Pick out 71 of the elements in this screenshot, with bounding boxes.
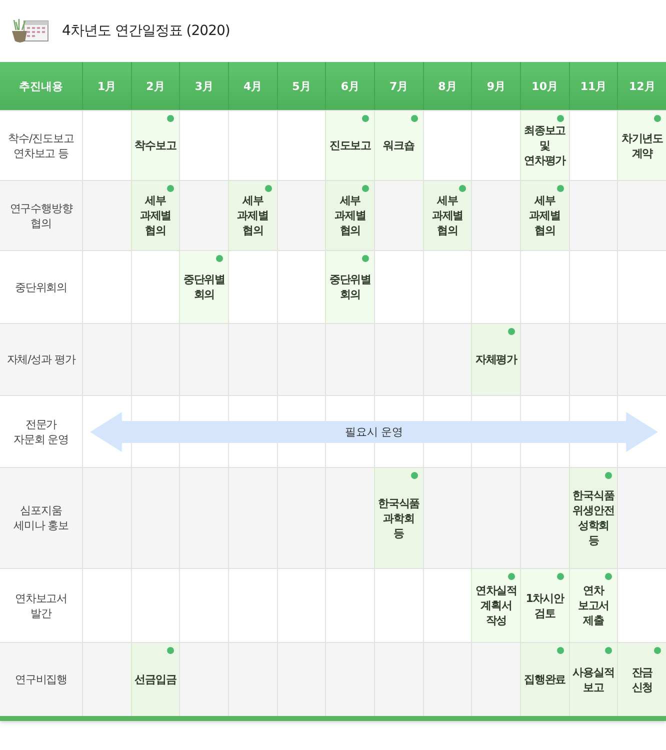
row-label: 연구수행방향 협의 [0, 180, 82, 250]
event-text: 집행완료 [524, 672, 566, 687]
status-dot [362, 185, 369, 192]
status-dot [508, 573, 515, 580]
event-text: 연차실적 계획서 작성 [475, 583, 517, 628]
status-dot [362, 115, 369, 122]
column-header: 4月 [228, 62, 277, 110]
column-header: 7月 [374, 62, 423, 110]
table-cell [130, 323, 180, 395]
plant-calendar-icon [10, 18, 50, 44]
event-text: 연차 보고서 제출 [578, 583, 610, 628]
status-dot [556, 573, 564, 580]
event-text: 자체평가 [475, 352, 517, 367]
table-cell [617, 323, 666, 395]
event-text: 세부 과제별 협의 [529, 193, 560, 238]
status-dot [654, 647, 661, 654]
row-label: 자체/성과 평가 [0, 323, 82, 395]
column-header: 10月 [520, 62, 569, 110]
status-dot [508, 328, 515, 335]
event-text: 세부 과제별 협의 [237, 193, 268, 238]
row-label: 연구비집행 [0, 642, 82, 716]
page-title: 4차년도 연간일정표 (2020) [62, 22, 230, 40]
row-label: 심포지움 세미나 홍보 [0, 467, 82, 568]
status-dot [605, 573, 612, 580]
event-text: 차기년도 계약 [621, 130, 663, 160]
status-dot [216, 255, 223, 262]
event-text: 한국식품 과학회 등 [378, 496, 420, 540]
column-header: 6月 [325, 62, 374, 110]
event-text: 선금입금 [134, 672, 176, 687]
table-cell [568, 323, 618, 395]
column-header: 9月 [471, 62, 520, 110]
column-header: 3月 [179, 62, 228, 110]
event-text: 세부 과제별 협의 [140, 193, 172, 238]
status-dot [605, 647, 612, 654]
status-dot [410, 472, 418, 479]
column-header: 추진내용 [0, 62, 82, 110]
status-dot [264, 185, 272, 192]
table-cell [82, 323, 131, 395]
column-header: 2月 [130, 62, 180, 110]
column-header: 5月 [276, 62, 326, 110]
table-cell [374, 323, 423, 395]
status-dot [605, 472, 612, 479]
status-dot [167, 115, 174, 122]
event-text: 착수보고 [134, 138, 176, 153]
arrow-label: 필요시 운영 [344, 424, 404, 440]
event-text: 세부 과제별 협의 [334, 193, 366, 238]
event-text: 진도보고 [329, 138, 371, 153]
status-dot [459, 185, 466, 192]
status-dot [167, 185, 174, 192]
column-header: 11月 [568, 62, 618, 110]
event-text: 사용실적 보고 [572, 664, 614, 694]
column-header: 12月 [617, 62, 666, 110]
event-text: 최종보고 및 연차평가 [524, 123, 566, 168]
event-text: 잔금 신청 [632, 664, 653, 694]
table-cell [228, 323, 277, 395]
event-text: 워크숍 [383, 138, 414, 153]
status-dot [167, 647, 174, 654]
status-dot [556, 185, 564, 192]
event-text: 한국식품 위생안전 성학회 등 [572, 488, 614, 548]
status-dot [654, 115, 661, 122]
status-dot [556, 647, 564, 654]
column-header: 8月 [422, 62, 472, 110]
event-text: 1차시안 검토 [526, 590, 564, 620]
table-cell [276, 323, 326, 395]
event-text: 중단위별 회의 [329, 272, 371, 302]
status-dot [362, 255, 369, 262]
event-text: 세부 과제별 협의 [432, 193, 464, 238]
column-header: 1月 [82, 62, 131, 110]
status-dot [556, 115, 564, 122]
status-dot [410, 115, 418, 122]
event-text: 중단위별 회의 [183, 272, 225, 302]
